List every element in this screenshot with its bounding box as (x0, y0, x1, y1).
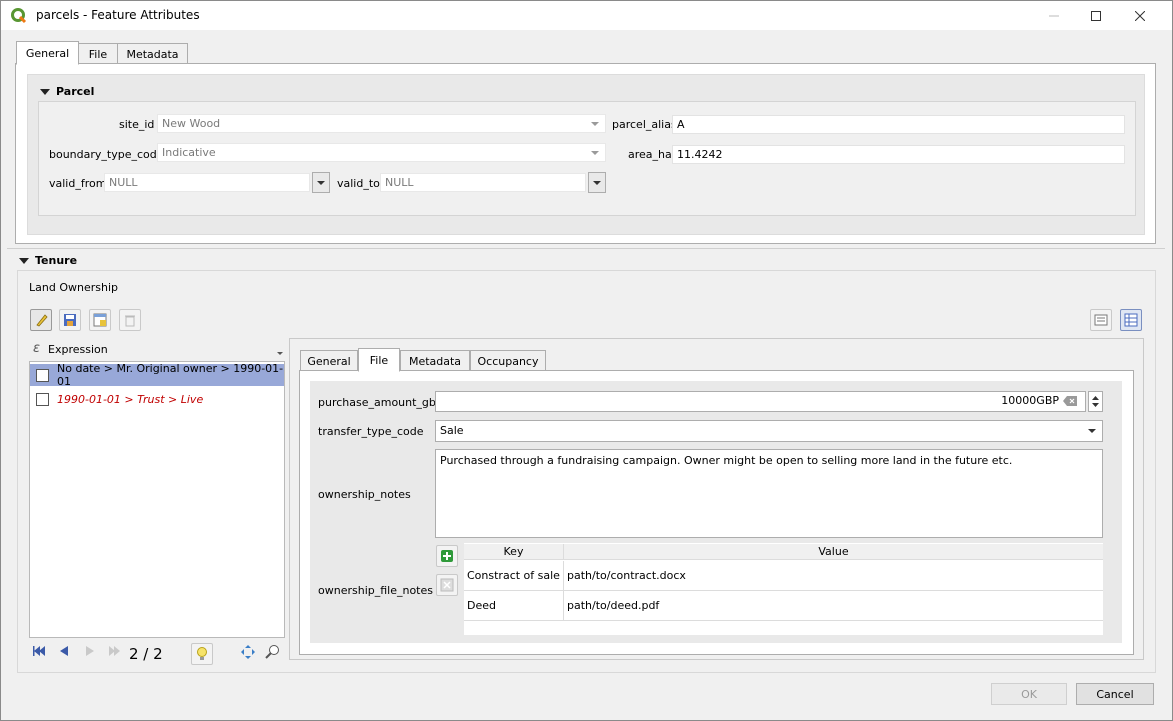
window-title: parcels - Feature Attributes (36, 8, 200, 22)
pan-to-feature-icon[interactable] (241, 645, 255, 662)
boundary-type-combo[interactable]: Indicative (157, 143, 606, 162)
site-id-label: site_id (119, 118, 155, 131)
chevron-down-icon (1088, 429, 1096, 433)
table-cell-key[interactable]: Constract of sale (464, 561, 564, 591)
valid-from-label: valid_from (49, 177, 107, 190)
qgis-logo-icon (11, 8, 27, 24)
expression-icon: ε (33, 341, 41, 356)
row-checkbox[interactable] (36, 392, 49, 406)
tab-file[interactable]: File (78, 43, 118, 65)
close-button[interactable] (1117, 0, 1163, 31)
toggle-editing-button[interactable] (30, 309, 52, 331)
valid-to-dropdown-button[interactable] (588, 172, 606, 193)
parcel-group-header[interactable]: Parcel (40, 85, 94, 98)
ownership-notes-textarea[interactable]: Purchased through a fundraising campaign… (435, 449, 1103, 538)
parcel-alias-field[interactable]: A (672, 115, 1125, 134)
valid-from-field[interactable]: NULL (104, 173, 310, 192)
site-id-value: New Wood (162, 117, 221, 130)
add-table-icon (93, 313, 107, 327)
parcel-alias-label: parcel_alias (612, 118, 677, 131)
maximize-button[interactable] (1073, 0, 1119, 31)
tenure-group-title: Tenure (35, 254, 78, 267)
splitter[interactable] (7, 248, 1165, 249)
boundary-type-label: boundary_type_code (49, 148, 164, 161)
transfer-type-value: Sale (440, 424, 464, 437)
form-tab-metadata[interactable]: Metadata (400, 350, 470, 372)
form-tab-file[interactable]: File (358, 348, 400, 372)
save-edits-button[interactable] (59, 309, 81, 331)
chevron-down-icon (593, 180, 601, 185)
add-row-button[interactable] (436, 545, 458, 567)
ownership-file-notes-label: ownership_file_notes (318, 584, 433, 597)
area-ha-field[interactable]: 11.4242 (672, 145, 1125, 164)
remove-icon (440, 578, 454, 592)
pencil-icon (36, 314, 48, 327)
table-cell-value[interactable]: path/to/deed.pdf (564, 591, 1103, 621)
valid-from-dropdown-button[interactable] (312, 172, 330, 193)
table-cell-value[interactable]: path/to/contract.docx (564, 561, 1103, 591)
spin-box-buttons[interactable] (1088, 391, 1103, 412)
zoom-to-feature-icon[interactable] (265, 644, 281, 663)
add-child-feature-button[interactable] (89, 309, 111, 331)
remove-row-button[interactable] (436, 574, 458, 596)
list-item-label: No date > Mr. Original owner > 1990-01-0… (57, 362, 284, 388)
first-feature-icon[interactable] (33, 645, 47, 661)
expression-label[interactable]: Expression (48, 343, 108, 356)
form-tab-general[interactable]: General (300, 350, 358, 372)
valid-to-label: valid_to (337, 177, 380, 190)
list-item-label: 1990-01-01 > Trust > Live (57, 392, 204, 406)
minimize-button[interactable] (1031, 0, 1077, 31)
list-item[interactable]: No date > Mr. Original owner > 1990-01-0… (30, 362, 284, 388)
boundary-type-value: Indicative (162, 146, 216, 159)
key-column-header[interactable]: Key (464, 544, 564, 560)
collapse-triangle-icon (19, 258, 29, 264)
purchase-amount-field[interactable]: 10000GBP (435, 391, 1086, 412)
plus-icon (441, 550, 453, 562)
ownership-notes-label: ownership_notes (318, 488, 411, 501)
area-ha-label: area_ha (628, 148, 672, 161)
valid-to-field[interactable]: NULL (380, 173, 586, 192)
land-ownership-label: Land Ownership (29, 281, 118, 294)
chevron-down-icon (317, 180, 325, 185)
page-indicator: 2 / 2 (129, 645, 163, 663)
trash-icon (125, 315, 135, 327)
tenure-group-header[interactable]: Tenure (19, 254, 77, 267)
list-item[interactable]: 1990-01-01 > Trust > Live (30, 388, 284, 410)
parcel-group-title: Parcel (56, 85, 95, 98)
tab-general[interactable]: General (16, 41, 79, 65)
previous-feature-icon[interactable] (59, 645, 69, 661)
tab-metadata[interactable]: Metadata (117, 43, 188, 65)
delete-child-feature-button[interactable] (119, 309, 141, 331)
purchase-amount-label: purchase_amount_gbp (318, 396, 443, 409)
cancel-button[interactable]: Cancel (1076, 683, 1154, 705)
lightbulb-icon (197, 647, 207, 660)
next-feature-icon[interactable] (85, 645, 95, 661)
transfer-type-combo[interactable]: Sale (435, 420, 1103, 442)
chevron-down-icon (591, 122, 599, 126)
transfer-type-label: transfer_type_code (318, 425, 424, 438)
table-view-button[interactable] (1120, 309, 1142, 331)
form-tab-occupancy[interactable]: Occupancy (470, 350, 546, 372)
table-view-icon (1124, 313, 1138, 327)
site-id-combo[interactable]: New Wood (157, 114, 606, 133)
ok-button[interactable]: OK (991, 683, 1067, 705)
chevron-down-icon[interactable] (277, 352, 283, 355)
value-column-header[interactable]: Value (564, 544, 1103, 560)
table-cell-key[interactable]: Deed (464, 591, 564, 621)
collapse-triangle-icon (40, 89, 50, 95)
save-icon (64, 314, 76, 326)
chevron-down-icon (591, 151, 599, 155)
row-checkbox[interactable] (36, 368, 49, 382)
last-feature-icon[interactable] (107, 645, 121, 661)
clear-icon[interactable] (1063, 396, 1077, 409)
form-view-button[interactable] (1090, 309, 1112, 331)
form-view-icon (1094, 314, 1108, 326)
highlight-feature-button[interactable] (191, 643, 213, 665)
